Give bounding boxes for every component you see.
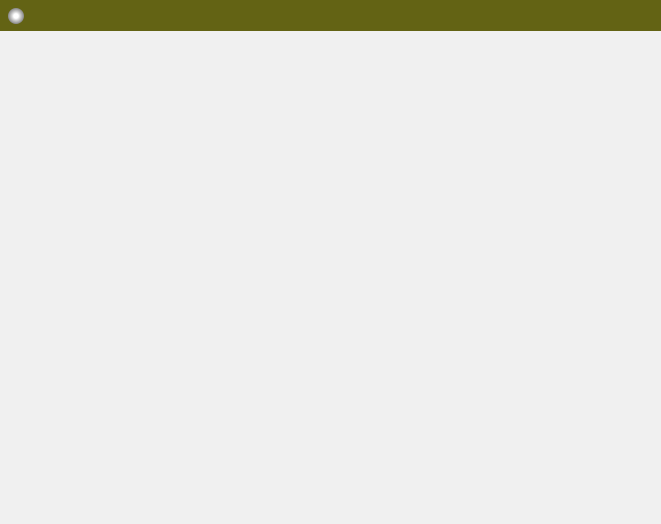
title-bar [0,0,661,31]
app-disc-icon [8,7,24,24]
